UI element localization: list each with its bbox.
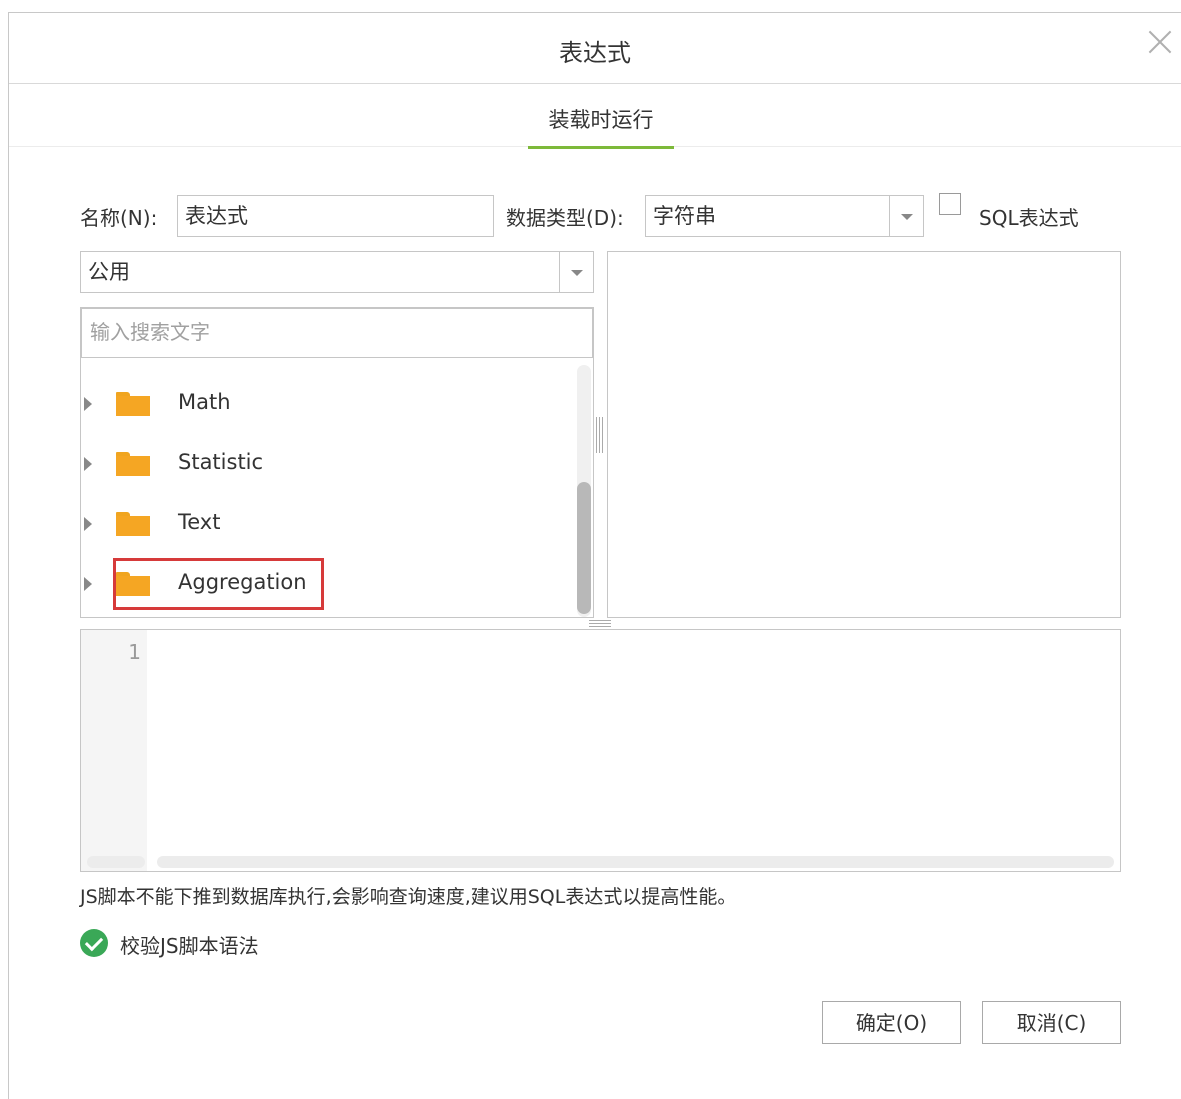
tree-item-statistic[interactable]: Statistic [84,444,304,484]
tree-item-text[interactable]: Text [84,504,304,544]
gutter-scrollbar[interactable] [87,856,145,868]
cancel-button[interactable]: 取消(C) [982,1001,1121,1044]
datatype-select-value: 字符串 [653,204,716,228]
expand-arrow-icon[interactable] [84,577,92,591]
vertical-splitter-handle[interactable] [596,417,606,453]
line-number-gutter: 1 [81,630,147,871]
chevron-down-icon[interactable] [559,252,593,292]
script-editor[interactable]: 1 [80,629,1121,872]
check-circle-icon[interactable] [80,929,108,957]
category-select[interactable]: 公用 [80,251,594,293]
expand-arrow-icon[interactable] [84,517,92,531]
folder-icon [116,452,150,476]
folder-icon [116,512,150,536]
tree-item-label: Text [178,510,221,534]
close-icon[interactable] [1145,27,1175,57]
search-input[interactable]: 输入搜索文字 [81,308,593,358]
tab-load-time-run[interactable]: 装载时运行 [528,104,674,149]
name-label: 名称(N): [80,206,158,230]
ok-button[interactable]: 确定(O) [822,1001,961,1044]
expand-arrow-icon[interactable] [84,397,92,411]
line-number: 1 [128,640,141,664]
title-bar: 表达式 [9,13,1181,84]
editor-horizontal-scrollbar[interactable] [157,856,1114,868]
expand-arrow-icon[interactable] [84,457,92,471]
dialog-title: 表达式 [559,39,631,67]
tree-item-label: Math [178,390,231,414]
datatype-select[interactable]: 字符串 [645,195,924,237]
chevron-down-icon[interactable] [889,196,923,236]
performance-note: JS脚本不能下推到数据库执行,会影响查询速度,建议用SQL表达式以提高性能。 [80,886,737,908]
highlight-box [113,558,324,610]
tab-bar: 装载时运行 [9,84,1181,149]
tree-scrollbar-thumb[interactable] [577,482,591,614]
validate-js-syntax-label[interactable]: 校验JS脚本语法 [120,930,259,959]
function-description-panel [607,251,1121,618]
name-input[interactable]: 表达式 [177,195,494,237]
datatype-label: 数据类型(D): [506,206,624,230]
category-select-value: 公用 [88,260,130,284]
tree-item-label: Statistic [178,450,264,474]
sql-expression-label[interactable]: SQL表达式 [979,202,1079,231]
folder-icon [116,392,150,416]
tree-item-math[interactable]: Math [84,384,304,424]
sql-expression-checkbox[interactable] [939,193,961,215]
horizontal-splitter-handle[interactable] [589,620,611,628]
